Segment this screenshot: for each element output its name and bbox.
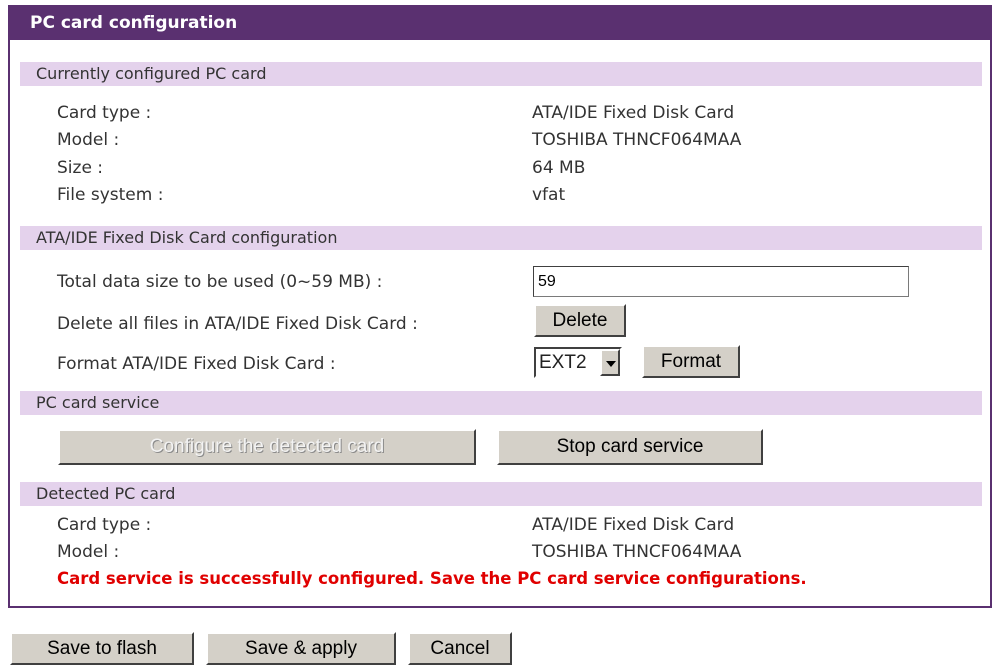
section-detected-card: Detected PC card (20, 482, 982, 506)
current-card-type-value: ATA/IDE Fixed Disk Card (532, 103, 735, 123)
total-size-input[interactable]: 59 (533, 266, 909, 297)
detected-model-label: Model : (57, 542, 120, 562)
format-type-select[interactable]: EXT2 (534, 347, 622, 378)
current-model-label: Model : (57, 130, 120, 150)
section-card-service: PC card service (20, 391, 982, 415)
total-size-label: Total data size to be used (0~59 MB) : (57, 272, 383, 292)
cancel-button[interactable]: Cancel (408, 632, 512, 665)
save-to-flash-button[interactable]: Save to flash (10, 632, 194, 665)
stop-card-service-button[interactable]: Stop card service (497, 429, 763, 465)
chevron-down-icon[interactable] (600, 349, 620, 376)
detected-card-type-label: Card type : (57, 515, 152, 535)
delete-button[interactable]: Delete (534, 304, 626, 337)
current-card-type-label: Card type : (57, 103, 152, 123)
format-disk-label: Format ATA/IDE Fixed Disk Card : (57, 354, 336, 374)
current-filesystem-value: vfat (532, 185, 566, 205)
delete-files-label: Delete all files in ATA/IDE Fixed Disk C… (57, 314, 418, 334)
section-current-card: Currently configured PC card (20, 62, 982, 86)
format-type-value: EXT2 (539, 352, 587, 373)
current-model-value: TOSHIBA THNCF064MAA (532, 130, 742, 150)
current-filesystem-label: File system : (57, 185, 164, 205)
format-button[interactable]: Format (642, 345, 740, 378)
section-disk-config: ATA/IDE Fixed Disk Card configuration (20, 226, 982, 250)
current-size-value: 64 MB (532, 158, 586, 178)
save-and-apply-button[interactable]: Save & apply (206, 632, 396, 665)
current-size-label: Size : (57, 158, 104, 178)
detected-model-value: TOSHIBA THNCF064MAA (532, 542, 742, 562)
detected-card-type-value: ATA/IDE Fixed Disk Card (532, 515, 735, 535)
status-message: Card service is successfully configured.… (57, 569, 807, 588)
pc-card-config-panel: PC card configuration Currently configur… (8, 5, 992, 608)
configure-detected-card-button[interactable]: Configure the detected card (58, 429, 476, 465)
panel-title: PC card configuration (10, 7, 990, 40)
